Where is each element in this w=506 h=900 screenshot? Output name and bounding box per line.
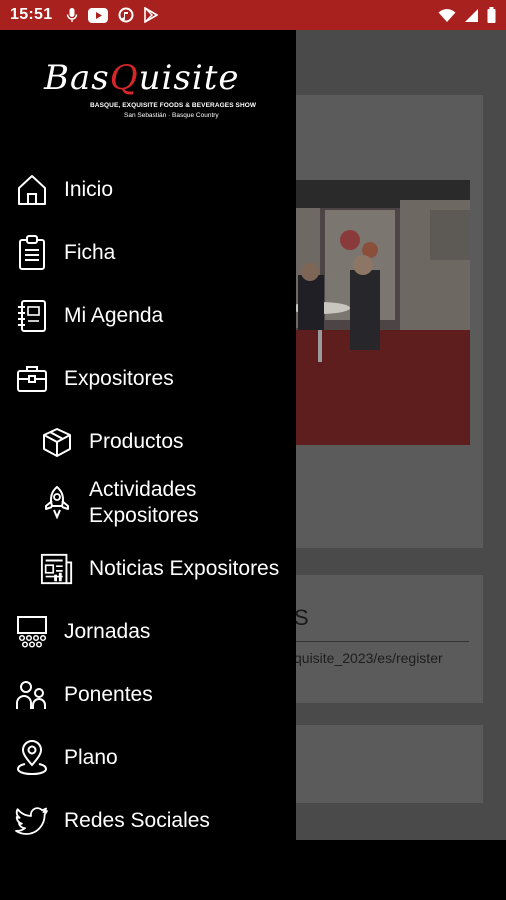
menu-item-label: Noticias Expositores xyxy=(89,557,280,580)
navigation-drawer: BasQuisite BASQUE, EXQUISITE FOODS & BEV… xyxy=(0,30,296,840)
menu-item-jornadas[interactable]: Jornadas xyxy=(0,612,296,652)
logo-tagline: BASQUE, EXQUISITE FOODS & BEVERAGES SHOW xyxy=(90,102,257,109)
status-time: 15:51 xyxy=(10,6,53,23)
menu-item-expositores[interactable]: Expositores xyxy=(0,359,296,399)
play-store-icon xyxy=(144,7,159,23)
menu-item-label: Expositores xyxy=(64,367,174,390)
menu-item-productos[interactable]: Productos xyxy=(0,422,296,462)
menu-item-inicio[interactable]: Inicio xyxy=(0,170,296,210)
no-music-icon xyxy=(118,7,134,23)
home-icon xyxy=(15,173,49,207)
signal-icon xyxy=(464,8,479,23)
menu-item-label: Inicio xyxy=(64,178,114,201)
youtube-icon xyxy=(88,7,109,23)
clipboard-icon xyxy=(15,235,49,270)
system-navigation-bar xyxy=(0,840,506,900)
people-icon xyxy=(15,678,49,712)
status-bar: 15:51 xyxy=(0,0,506,30)
menu-item-mi-agenda[interactable]: Mi Agenda xyxy=(0,296,296,336)
basquisite-logo: BasQuisite BASQUE, EXQUISITE FOODS & BEV… xyxy=(38,58,260,126)
agenda-icon xyxy=(15,299,49,333)
wifi-icon xyxy=(438,8,456,23)
map-pin-icon xyxy=(15,740,49,776)
menu-item-redes-sociales[interactable]: Redes Sociales xyxy=(0,801,296,841)
menu-item-ficha[interactable]: Ficha xyxy=(0,233,296,273)
menu-item-label: Actividades xyxy=(89,478,197,501)
rocket-icon xyxy=(40,485,74,519)
menu-item-label: Plano xyxy=(64,746,118,769)
battery-icon xyxy=(487,7,496,23)
briefcase-icon xyxy=(15,362,49,396)
news-icon xyxy=(40,552,74,586)
menu-item-label: Mi Agenda xyxy=(64,304,164,327)
logo-wordmark: BasQuisite xyxy=(44,58,240,98)
logo-location: San Sebastián · Basque Country xyxy=(124,112,219,119)
menu-item-label: Expositores xyxy=(89,504,199,527)
background-register-link: quisite_2023/es/register xyxy=(294,650,443,666)
menu-item-label: Jornadas xyxy=(64,620,151,643)
audience-icon xyxy=(15,615,49,649)
twitter-icon xyxy=(15,804,49,838)
menu-item-label: Redes Sociales xyxy=(64,809,210,832)
menu-item-ponentes[interactable]: Ponentes xyxy=(0,675,296,715)
menu-item-label: Productos xyxy=(89,430,184,453)
menu-item-noticias-expositores[interactable]: Noticias Expositores xyxy=(0,549,296,589)
menu-item-actividades-expositores[interactable]: Actividades Expositores xyxy=(0,475,296,531)
menu-item-label: Ficha xyxy=(64,241,116,264)
background-card-heading: S xyxy=(294,605,309,630)
mic-icon xyxy=(66,7,78,23)
menu-item-label: Ponentes xyxy=(64,683,153,706)
box-icon xyxy=(40,425,74,459)
divider xyxy=(294,641,469,642)
menu-item-plano[interactable]: Plano xyxy=(0,738,296,778)
